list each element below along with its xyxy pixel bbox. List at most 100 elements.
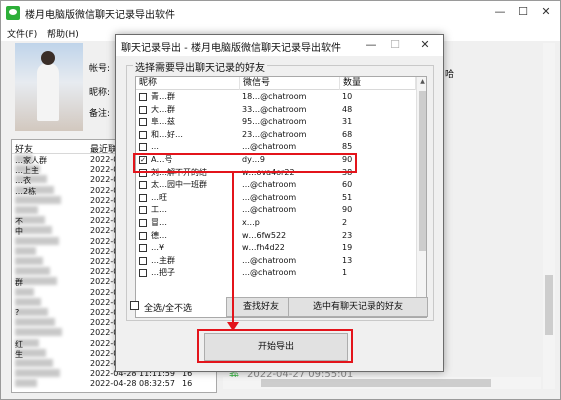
- select-with-records-button[interactable]: 选中有聊天记录的好友: [288, 297, 428, 317]
- maximize-icon[interactable]: ☐: [516, 5, 530, 19]
- row-nickname: …把子: [151, 268, 175, 278]
- main-window-title: 楼月电脑版微信聊天记录导出软件: [25, 10, 175, 21]
- friend-select-group: 选择需要导出聊天记录的好友 昵称 微信号 数量 青…群 18…@chatroom 1…: [126, 59, 434, 321]
- dialog-title: 聊天记录导出 - 楼月电脑版微信聊天记录导出软件: [121, 43, 341, 54]
- friend-grid-row[interactable]: 冒… x…p 2: [136, 217, 416, 229]
- recent-col-header[interactable]: 最近联: [90, 142, 117, 155]
- blurred-name: [15, 369, 60, 378]
- row-checkbox[interactable]: [139, 130, 147, 139]
- minimize-icon[interactable]: —: [493, 5, 507, 19]
- friend-grid-row[interactable]: …旺 …@chatroom 51: [136, 192, 416, 204]
- row-checkbox[interactable]: [139, 269, 147, 278]
- blurred-name: [15, 195, 61, 204]
- friend-date: 2022-04-28 08:32:57: [90, 379, 175, 389]
- main-title-bar: 楼月电脑版微信聊天记录导出软件 — ☐ ✕: [1, 1, 560, 25]
- row-checkbox[interactable]: [139, 105, 147, 114]
- friend-grid-row[interactable]: …把子 …@chatroom 1: [136, 267, 416, 279]
- row-wxid: …@chatroom: [242, 205, 297, 215]
- row-count: 51: [342, 192, 353, 202]
- row-wxid: 23…@chatroom: [242, 129, 307, 139]
- row-count: 19: [342, 243, 353, 253]
- dialog-title-bar: 聊天记录导出 - 楼月电脑版微信聊天记录导出软件 — ☐ ✕: [116, 35, 443, 56]
- friend-grid-row[interactable]: …¥ w…fh4d22 19: [136, 242, 416, 254]
- row-checkbox[interactable]: [139, 244, 147, 253]
- friend-grid-row[interactable]: 大…群 33…@chatroom 48: [136, 104, 416, 116]
- friend-grid-row[interactable]: 工… …@chatroom 90: [136, 204, 416, 216]
- friend-grid-row[interactable]: 太…园中一班群 …@chatroom 60: [136, 179, 416, 191]
- friend-grid-row[interactable]: … …@chatroom 85: [136, 141, 416, 153]
- row-checkbox[interactable]: [139, 143, 147, 152]
- main-hscroll-thumb[interactable]: [261, 379, 491, 387]
- select-all-checkbox[interactable]: 全选/全不选: [130, 301, 192, 314]
- find-friend-button[interactable]: 查找好友: [226, 297, 296, 317]
- row-nickname: …: [151, 142, 159, 152]
- friend-grid[interactable]: 昵称 微信号 数量 青…群 18…@chatroom 10 大…群 33…@chatro…: [135, 76, 427, 318]
- highlight-start-export: [197, 329, 353, 363]
- friend-grid-row[interactable]: 和…好… 23…@chatroom 68: [136, 129, 416, 141]
- row-count: 13: [342, 255, 353, 265]
- blurred-name: [15, 359, 53, 367]
- blurred-name: [15, 379, 37, 388]
- avatar: [15, 43, 83, 131]
- row-checkbox[interactable]: [139, 206, 147, 215]
- row-checkbox[interactable]: [139, 256, 147, 265]
- friend-grid-row[interactable]: 青…群 18…@chatroom 10: [136, 91, 416, 103]
- row-count: 90: [342, 205, 353, 215]
- app-icon: [6, 6, 20, 20]
- wxid-col-header[interactable]: 微信号: [240, 77, 340, 90]
- row-checkbox[interactable]: [139, 93, 147, 101]
- row-nickname: 阜…兹: [151, 117, 175, 127]
- row-wxid: …@chatroom: [242, 268, 297, 278]
- row-wxid: …@chatroom: [242, 142, 297, 152]
- grid-scroll-thumb[interactable]: [419, 91, 426, 251]
- main-vertical-scrollbar[interactable]: [543, 43, 555, 389]
- dialog-maximize-icon[interactable]: ☐: [388, 38, 402, 52]
- select-all-box[interactable]: [130, 301, 139, 310]
- row-count: 10: [342, 92, 353, 101]
- friend-col-header[interactable]: 好友: [15, 142, 33, 155]
- row-checkbox[interactable]: [139, 193, 147, 202]
- grid-scrollbar[interactable]: ▲ ▼: [416, 77, 426, 317]
- row-nickname: 太…园中一班群: [151, 180, 207, 190]
- row-checkbox[interactable]: [139, 181, 147, 190]
- blurred-name: [15, 318, 55, 327]
- close-icon[interactable]: ✕: [539, 5, 553, 19]
- friend-grid-row[interactable]: …主群 …@chatroom 13: [136, 255, 416, 267]
- menu-help[interactable]: 帮助(H): [47, 27, 79, 40]
- row-checkbox[interactable]: [139, 118, 147, 127]
- friend-grid-row[interactable]: 阜…兹 95…@chatroom 31: [136, 116, 416, 128]
- friend-row[interactable]: 2022-04-28 08:32:57 16: [12, 379, 216, 390]
- main-scroll-thumb[interactable]: [545, 275, 553, 335]
- scroll-up-icon[interactable]: ▲: [417, 78, 426, 88]
- highlight-arrow-line: [232, 173, 234, 323]
- dialog-close-icon[interactable]: ✕: [418, 38, 432, 52]
- menu-file[interactable]: 文件(F): [7, 27, 37, 40]
- row-count: 48: [342, 104, 353, 114]
- main-horizontal-scrollbar[interactable]: [223, 377, 541, 389]
- avatar-head: [41, 51, 55, 65]
- remark-label: 备注:: [89, 109, 111, 119]
- row-checkbox[interactable]: [139, 219, 147, 227]
- friend-name-text: ?: [15, 308, 20, 317]
- blurred-name: [15, 308, 48, 316]
- row-count: 85: [342, 142, 353, 152]
- nickname-col-header[interactable]: 昵称: [136, 77, 240, 90]
- blurred-name: [15, 206, 38, 214]
- count-col-header[interactable]: 数量: [340, 77, 416, 90]
- friend-count: 16: [182, 379, 193, 389]
- avatar-figure: [37, 63, 59, 121]
- row-nickname: 大…群: [151, 104, 175, 114]
- row-nickname: 和…好…: [151, 129, 183, 139]
- blurred-name: [15, 236, 59, 245]
- row-count: 1: [342, 268, 348, 278]
- row-nickname: 青…群: [151, 92, 175, 101]
- row-wxid: …@chatroom: [242, 180, 297, 190]
- row-nickname: …旺: [151, 192, 167, 202]
- friend-grid-row[interactable]: 德… w…6fw522 23: [136, 230, 416, 242]
- right-text: 哈: [445, 70, 455, 80]
- nickname-label: 昵称:: [89, 88, 111, 98]
- row-checkbox[interactable]: [139, 231, 147, 240]
- dialog-minimize-icon[interactable]: —: [364, 38, 378, 52]
- row-count: 2: [342, 218, 348, 227]
- row-wxid: w…fh4d22: [242, 243, 285, 253]
